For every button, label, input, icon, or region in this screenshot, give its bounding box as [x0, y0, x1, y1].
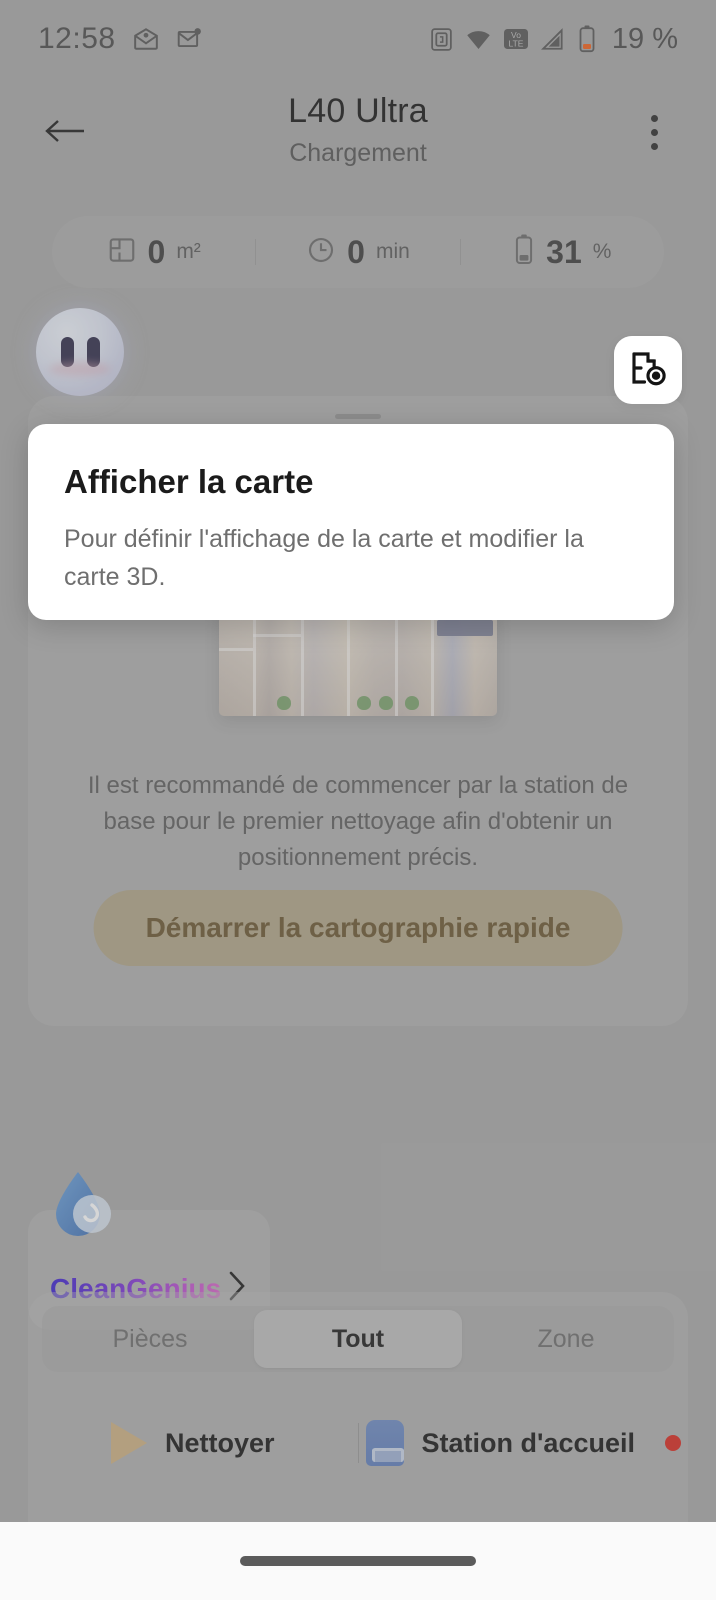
status-badge [664, 1435, 681, 1451]
water-drop-icon [48, 1162, 126, 1248]
stat-area-unit: m² [176, 240, 201, 263]
coach-mark-dialog[interactable]: Afficher la carte Pour définir l'afficha… [28, 424, 674, 620]
system-nav-bar [0, 1522, 716, 1600]
menu-dot [650, 128, 658, 136]
stat-time-value: 0 [347, 233, 365, 270]
stat-battery-unit: % [592, 240, 612, 263]
stat-battery: 31 % [461, 234, 664, 271]
dock-button[interactable]: Station d'accueil [359, 1420, 689, 1466]
avatar-blush [49, 362, 111, 376]
map-eye-icon [627, 347, 669, 394]
action-row: Nettoyer Station d'accueil [28, 1402, 688, 1484]
stat-time-unit: min [375, 240, 410, 263]
gesture-pill[interactable] [240, 1556, 476, 1566]
mail-open-icon [133, 26, 159, 52]
stats-pill: 0 m² 0 min 31 % [52, 216, 664, 288]
battery-percent-label: 19 % [611, 22, 678, 55]
volte-icon: Vo LTE [503, 26, 529, 52]
menu-dot [650, 142, 658, 150]
sheet-grabber[interactable] [335, 414, 381, 419]
wifi-icon [465, 26, 492, 53]
mail-new-icon [176, 26, 202, 52]
status-clock: 12:58 [38, 22, 116, 55]
battery-icon [513, 234, 535, 270]
clean-button[interactable]: Nettoyer [28, 1422, 358, 1464]
clock-icon [306, 235, 336, 270]
status-bar-right: Vo LTE 19 % [429, 23, 678, 56]
play-icon [110, 1422, 147, 1464]
mode-segmented-control: Pièces Tout Zone [42, 1306, 674, 1372]
app-header: L40 Ultra Chargement [0, 86, 716, 196]
mapping-hint-text: Il est recommandé de commencer par la st… [87, 772, 629, 871]
floorplan-preview [219, 604, 497, 716]
stat-battery-value: 31 [546, 233, 582, 270]
page-title: L40 Ultra [288, 92, 428, 130]
bottom-control-panel: Pièces Tout Zone Nettoyer Station d'accu… [28, 1292, 688, 1522]
clean-button-label: Nettoyer [164, 1427, 275, 1458]
map-view-button-highlight[interactable] [614, 336, 682, 404]
svg-text:LTE: LTE [508, 39, 523, 49]
status-bar-left: 12:58 [38, 22, 202, 56]
overflow-menu-icon[interactable] [630, 104, 678, 160]
app-content-layer: 12:58 Vo LTE 19 % L40 Ultra Chargement 0… [0, 0, 716, 1522]
assistant-face-icon[interactable] [36, 308, 124, 396]
phone-screen: 12:58 Vo LTE 19 % L40 Ultra Chargement 0… [0, 0, 716, 1600]
stat-area-value: 0 [147, 233, 166, 270]
segment-rooms[interactable]: Pièces [46, 1310, 254, 1368]
nfc-icon [429, 27, 454, 52]
menu-dot [650, 114, 658, 122]
segment-zone[interactable]: Zone [462, 1310, 670, 1368]
dock-button-label: Station d'accueil [421, 1427, 635, 1458]
status-bar: 12:58 Vo LTE 19 % [0, 0, 716, 78]
back-button[interactable] [38, 106, 92, 160]
device-status-label: Chargement [289, 139, 427, 167]
header-titles: L40 Ultra Chargement [0, 86, 716, 169]
stat-time: 0 min [256, 234, 459, 271]
dock-icon [365, 1420, 404, 1466]
coach-mark-title: Afficher la carte [64, 463, 314, 500]
start-quick-mapping-button[interactable]: Démarrer la cartographie rapide [93, 890, 623, 966]
segment-all[interactable]: Tout [254, 1310, 462, 1368]
arrow-left-icon [43, 115, 87, 152]
area-icon [107, 235, 137, 270]
stat-area: 0 m² [52, 234, 255, 271]
signal-icon [540, 26, 566, 52]
coach-mark-description: Pour définir l'affichage de la carte et … [64, 525, 584, 591]
battery-low-icon [577, 25, 597, 53]
